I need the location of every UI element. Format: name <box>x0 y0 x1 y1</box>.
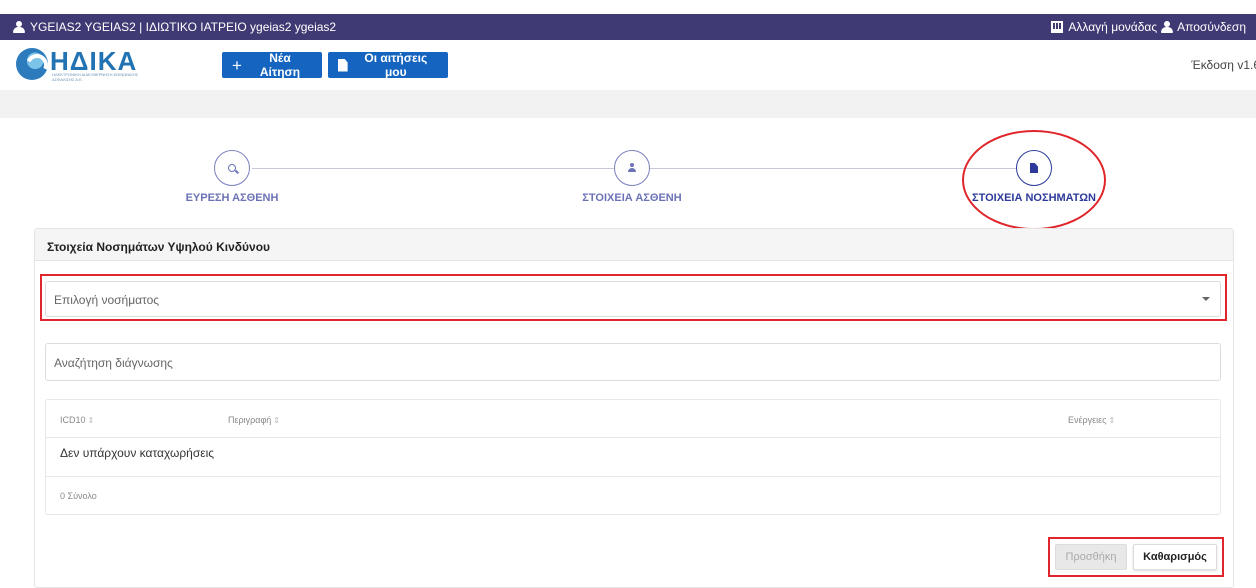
stepper: ΕΥΡΕΣΗ ΑΣΘΕΝΗ ΣΤΟΙΧΕΙΑ ΑΣΘΕΝΗ ΣΤΟΙΧΕΙΑ Ν… <box>0 118 1256 230</box>
empty-message: Δεν υπάρχουν καταχωρήσεις <box>60 446 215 460</box>
user-info: YGEIAS2 YGEIAS2 | ΙΔΙΩΤΙΚΟ ΙΑΤΡΕΙΟ ygeia… <box>12 20 336 34</box>
annotation-rect-buttons <box>1048 537 1224 577</box>
column-icd10[interactable]: ICD10 ⇕ <box>60 415 94 425</box>
sort-icon: ⇕ <box>87 416 95 425</box>
annotation-oval <box>962 130 1106 230</box>
user-info-text: YGEIAS2 YGEIAS2 | ΙΔΙΩΤΙΚΟ ΙΑΤΡΕΙΟ ygeia… <box>30 20 337 34</box>
logout-link[interactable]: Αποσύνδεση <box>1177 20 1246 34</box>
search-icon <box>228 164 236 172</box>
plus-icon: + <box>232 55 242 75</box>
diagnosis-search-placeholder: Αναζήτηση διάγνωσης <box>54 356 173 370</box>
step-label: ΕΥΡΕΣΗ ΑΣΘΕΝΗ <box>185 192 279 204</box>
annotation-rect-select <box>40 274 1227 321</box>
file-icon <box>338 58 348 72</box>
table-header: ICD10 ⇕ Περιγραφή ⇕ Ενέργειες ⇕ <box>46 400 1220 438</box>
step-find-patient[interactable]: ΕΥΡΕΣΗ ΑΣΘΕΝΗ <box>152 150 312 204</box>
subheader-bar <box>0 90 1256 118</box>
top-actions: Αλλαγή μονάδας Αποσύνδεση <box>1051 20 1246 34</box>
logo-subtitle: ΗΛΕΚΤΡΟΝΙΚΗ ΔΙΑΚΥΒΕΡΝΗΣΗ ΚΟΙΝΩΝΙΚΗΣ ΑΣΦΑ… <box>52 72 139 82</box>
panel-title: Στοιχεία Νοσημάτων Υψηλού Κινδύνου <box>35 229 1233 261</box>
top-bar: YGEIAS2 YGEIAS2 | ΙΔΙΩΤΙΚΟ ΙΑΤΡΕΙΟ ygeia… <box>0 14 1256 40</box>
my-requests-button[interactable]: Οι αιτήσεις μου <box>328 51 448 79</box>
version-label: Έκδοση v1.6 <box>1191 58 1256 72</box>
diagnosis-table: ICD10 ⇕ Περιγραφή ⇕ Ενέργειες ⇕ Δεν υπάρχου… <box>45 399 1221 515</box>
diagnosis-search-input[interactable]: Αναζήτηση διάγνωσης <box>45 343 1221 381</box>
step-label: ΣΤΟΙΧΕΙΑ ΑΣΘΕΝΗ <box>582 192 682 204</box>
logout-user-icon[interactable] <box>1160 21 1174 33</box>
disease-panel: Στοιχεία Νοσημάτων Υψηλού Κινδύνου Επιλο… <box>34 228 1234 588</box>
column-description[interactable]: Περιγραφή ⇕ <box>228 415 280 425</box>
column-actions[interactable]: Ενέργειες ⇕ <box>1068 415 1115 425</box>
sort-icon: ⇕ <box>1108 416 1116 425</box>
new-request-button[interactable]: + Νέα Αίτηση <box>222 51 322 79</box>
idika-logo[interactable]: ΗΔΙΚΑ ΗΛΕΚΤΡΟΝΙΚΗ ΔΙΑΚΥΒΕΡΝΗΣΗ ΚΟΙΝΩΝΙΚΗ… <box>16 46 156 82</box>
app-header: ΗΔΙΚΑ ΗΛΕΚΤΡΟΝΙΚΗ ΔΙΑΚΥΒΕΡΝΗΣΗ ΚΟΙΝΩΝΙΚΗ… <box>0 40 1256 90</box>
table-total: 0 Σύνολο <box>46 476 1220 516</box>
building-icon[interactable] <box>1051 21 1064 33</box>
user-icon <box>627 163 637 173</box>
sort-icon: ⇕ <box>273 416 280 425</box>
user-icon <box>12 21 26 33</box>
step-patient-details[interactable]: ΣΤΟΙΧΕΙΑ ΑΣΘΕΝΗ <box>552 150 712 204</box>
my-requests-label: Οι αιτήσεις μου <box>364 51 428 79</box>
new-request-label: Νέα Αίτηση <box>259 51 301 79</box>
change-unit-link[interactable]: Αλλαγή μονάδας <box>1068 20 1157 34</box>
